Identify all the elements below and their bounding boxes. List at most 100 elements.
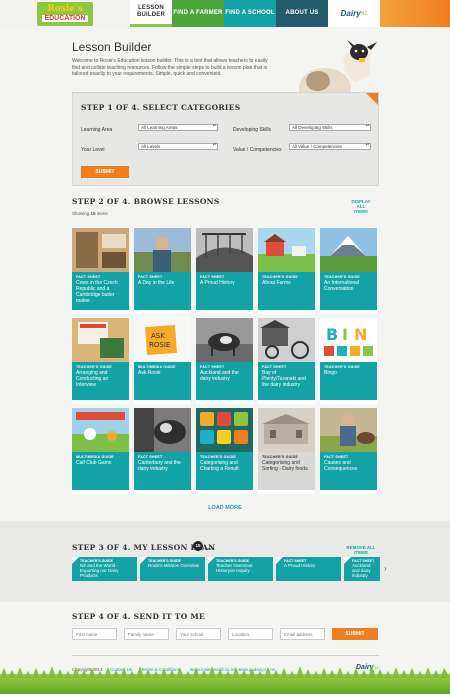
nav-about-us[interactable]: ABOUT US [276,0,328,27]
plan-item[interactable]: TEACHER'S GUIDE Teacher Overview: History… [208,557,273,581]
lesson-thumbnail [134,408,191,452]
plan-item[interactable]: TEACHER'S GUIDE NZ and the World - Export… [72,557,137,581]
plan-item[interactable]: FACT SHEET Auckland and dairy industry [344,557,380,581]
svg-text:ASK: ASK [151,332,165,340]
remove-item-icon[interactable] [344,557,351,564]
step1-panel: STEP 1 OF 4. SELECT CATEGORIES Learning … [72,92,379,186]
nav-lesson-builder[interactable]: LESSON BUILDER [130,0,172,27]
grass-blades [0,666,450,678]
card-type: MULTIMEDIA GUIDE [138,365,176,369]
showing-number: 15 [90,211,96,216]
remove-item-icon[interactable] [140,557,147,564]
svg-text:I: I [342,325,348,344]
nav-find-a-school[interactable]: FIND A SCHOOL [224,0,276,27]
values-select[interactable]: All Value / Competencies [289,143,371,150]
developing-skills-select[interactable]: All Developing Skills [289,124,371,131]
card-title: Ask Rosie [138,370,161,376]
card-title: Canterbury and the dairy industry [138,460,181,472]
card-title: A Proud History [200,280,235,286]
card-title: Causes and Consequences [324,460,358,472]
card-title: A Day in the Life [138,280,175,286]
lesson-thumbnail [196,228,253,272]
learning-area-select[interactable]: All Learning Areas [138,124,218,131]
card-title: Bingo [324,370,337,376]
card-title: Categorising and Sorting - Dairy foods [262,460,308,472]
lesson-card[interactable]: FACT SHEET Auckland and the dairy industr… [196,318,253,404]
lesson-thumbnail [72,408,129,452]
lesson-card[interactable]: MULTIMEDIA GUIDE Calf Club Game [72,408,129,494]
card-type: TEACHER'S GUIDE [324,275,361,279]
lesson-card[interactable]: TEACHER'S GUIDE Arranging and Conducting … [72,318,129,404]
rosies-education-logo[interactable]: Rosie's EDUCATION [37,1,93,26]
lesson-card[interactable]: ASK ROSIE MULTIMEDIA GUIDE Ask Rosie [134,318,191,404]
page-title: Lesson Builder [72,40,152,54]
top-nav: Rosie's EDUCATION LESSON BUILDER FIND A … [0,0,450,27]
card-type: FACT SHEET [324,455,349,459]
plan-items-label: items [205,546,215,551]
card-type: TEACHER'S GUIDE [200,455,237,459]
plan-item-title: Teacher Overview: Historyon Inquiry [216,563,254,574]
learning-area-label: Learning Area [81,127,113,133]
lesson-card[interactable]: TEACHER'S GUIDE Categorising and Sorting … [258,408,315,494]
plan-item[interactable]: TEACHER'S GUIDE Rosie's Mission Overview [140,557,205,581]
lesson-card[interactable]: TEACHER'S GUIDE An International Conversa… [320,228,377,314]
card-title: Bay of Plenty/Taranaki and the dairy ind… [262,370,306,388]
location-field[interactable]: Location [228,628,273,640]
load-more-button[interactable]: LOAD MORE [0,505,450,511]
card-title: About Farms [262,280,291,286]
plan-item[interactable]: FACT SHEET A Proud History [276,557,341,581]
chevron-right-icon[interactable]: › [384,564,387,573]
card-title: Arranging and Conducting an Interview [76,370,109,388]
send-submit-button[interactable]: SUBMIT [332,628,378,640]
plan-item-title: Auckland and dairy industry [352,563,371,579]
developing-skills-label: Developing Skills [233,127,272,133]
nav-filler [380,0,450,27]
values-label: Value / Competencies [233,147,282,153]
plan-item-title: A Proud History [284,563,316,568]
lesson-thumbnail: ASKROSIE [134,318,191,362]
lesson-thumbnail [134,228,191,272]
lesson-card[interactable]: TEACHER'S GUIDE Categorising and Charting… [196,408,253,494]
lesson-thumbnail: BIN [320,318,377,362]
remove-all-link[interactable]: REMOVE ALL ITEMS [346,545,376,555]
logo-line2: EDUCATION [42,15,88,22]
dairynz-brand: Dairy [340,9,361,18]
lesson-card[interactable]: TEACHER'S GUIDE About Farms [258,228,315,314]
step4-title: STEP 4 OF 4. SEND IT TO ME [72,612,206,621]
display-all-link[interactable]: DISPLAY ALL ITEMS [350,199,372,214]
svg-text:B: B [326,325,338,344]
remove-item-icon[interactable] [208,557,215,564]
family-name-field[interactable]: Family name [124,628,169,640]
nav-find-a-farmer[interactable]: FIND A FARMER [172,0,224,27]
card-type: FACT SHEET [138,455,163,459]
card-type: TEACHER'S GUIDE [262,455,299,459]
first-name-field[interactable]: First name [72,628,117,640]
corner-fold-icon [366,93,378,105]
card-type: FACT SHEET [138,275,163,279]
lesson-thumbnail [196,408,253,452]
grass-footer [0,666,450,694]
lesson-card[interactable]: FACT SHEET Causes and Consequences [320,408,377,494]
card-type: MULTIMEDIA GUIDE [76,455,114,459]
remove-item-icon[interactable] [72,557,79,564]
your-level-select[interactable]: All Levels [138,143,218,150]
lesson-card[interactable]: FACT SHEET A Proud History [196,228,253,314]
svg-text:ROSIE: ROSIE [149,341,170,349]
lesson-card[interactable]: FACT SHEET A Day in the Life [134,228,191,314]
lesson-card[interactable]: FACT SHEET Bay of Plenty/Taranaki and the… [258,318,315,404]
card-type: FACT SHEET [200,275,225,279]
lesson-thumbnail [320,228,377,272]
card-type: FACT SHEET [76,275,101,279]
lesson-thumbnail [258,318,315,362]
card-type: TEACHER'S GUIDE [76,365,113,369]
school-field[interactable]: Your school [176,628,221,640]
lesson-card[interactable]: FACT SHEET Cows in the Czech Republic and… [72,228,129,314]
dairynz-logo[interactable]: Dairy NZ [328,0,380,27]
dairynz-suffix: NZ [360,10,368,17]
step1-submit-button[interactable]: SUBMIT [81,166,129,178]
lesson-card[interactable]: FACT SHEET Canterbury and the dairy indus… [134,408,191,494]
email-field[interactable]: Email address [280,628,325,640]
logo-area[interactable]: Rosie's EDUCATION [0,0,130,27]
lesson-card[interactable]: BIN TEACHER'S GUIDE Bingo [320,318,377,404]
remove-item-icon[interactable] [276,557,283,564]
